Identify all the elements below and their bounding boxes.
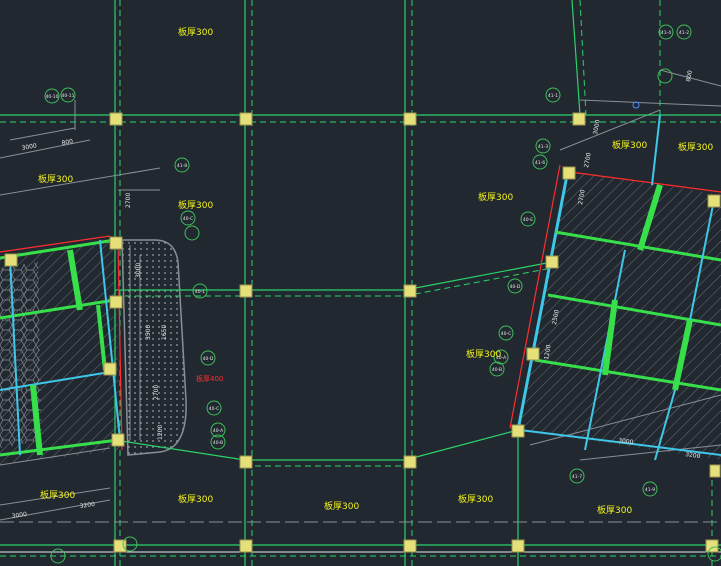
column [562, 166, 576, 180]
slab-label: 板厚300 [178, 493, 213, 505]
slab-label: 板厚300 [678, 141, 713, 153]
dimension-text: 3500 [145, 325, 152, 340]
axis-bubble-label: 41-1 [548, 93, 558, 99]
column [707, 194, 721, 208]
axis-bubble-label: 41-2 [679, 30, 689, 36]
axis-bubble-label: 41-3 [538, 144, 548, 150]
column [4, 253, 18, 267]
slab-label: 板厚300 [38, 173, 73, 185]
axis-bubble-label: 41-6 [535, 160, 545, 166]
axis-bubble-label: 40-11 [61, 93, 74, 99]
column [403, 112, 417, 126]
column [239, 455, 253, 469]
column [511, 424, 525, 438]
axis-bubble-label: 40-B [213, 440, 223, 446]
axis-bubble-label: 40-C [183, 216, 194, 222]
slab-label: 板厚300 [178, 26, 213, 38]
axis-bubble-label: 40-D [203, 356, 214, 362]
column [239, 539, 253, 553]
axis-bubble-label: 41-9 [645, 487, 655, 493]
dimension-text: 1200 [157, 425, 164, 440]
column [709, 464, 721, 478]
column [403, 284, 417, 298]
slab-label: 板厚300 [597, 504, 632, 516]
slab-label: 板厚300 [458, 493, 493, 505]
axis-bubble-label: 40-B [492, 367, 502, 373]
axis-bubble-label: 40-A [213, 428, 224, 434]
slab-label: 板厚300 [178, 199, 213, 211]
column [109, 112, 123, 126]
slab-label-red: 板厚400 [196, 374, 223, 383]
column [109, 295, 123, 309]
column [572, 112, 586, 126]
column [403, 539, 417, 553]
slab-label: 板厚300 [478, 191, 513, 203]
axis-bubble-label: 40-10 [45, 94, 58, 100]
dimension-text: 3000 [135, 263, 142, 278]
column [103, 362, 117, 376]
column [511, 539, 525, 553]
column [239, 284, 253, 298]
dotted-island [121, 239, 187, 456]
column [545, 255, 559, 269]
axis-bubble-label: 40-C [501, 331, 512, 337]
axis-bubble-label: 41-8 [177, 163, 187, 169]
column [113, 539, 127, 553]
column [526, 347, 540, 361]
column [403, 455, 417, 469]
dimension-text: 2700 [153, 385, 160, 400]
slab-label: 板厚300 [466, 348, 501, 360]
axis-bubble-label: 40-1 [195, 289, 205, 295]
axis-bubble-label: 40-C [209, 406, 220, 412]
cad-drawing-canvas[interactable]: 40-10 40-11 41-8 40-C 40-1 40-D 40-C 40-… [0, 0, 721, 566]
column [111, 433, 125, 447]
column [705, 539, 719, 553]
slab-label: 板厚300 [40, 489, 75, 501]
column [239, 112, 253, 126]
axis-bubble-label: 41-7 [572, 474, 582, 480]
dimension-text: 1650 [161, 325, 168, 340]
slab-label: 板厚300 [612, 139, 647, 151]
column [109, 236, 123, 250]
axis-bubble-label: 40-D [510, 284, 521, 290]
slab-label: 板厚300 [324, 500, 359, 512]
axis-bubble-label: 40-E [523, 217, 533, 223]
axis-bubble-label: 41-4 [661, 30, 671, 36]
dimension-text: 2700 [125, 193, 132, 208]
